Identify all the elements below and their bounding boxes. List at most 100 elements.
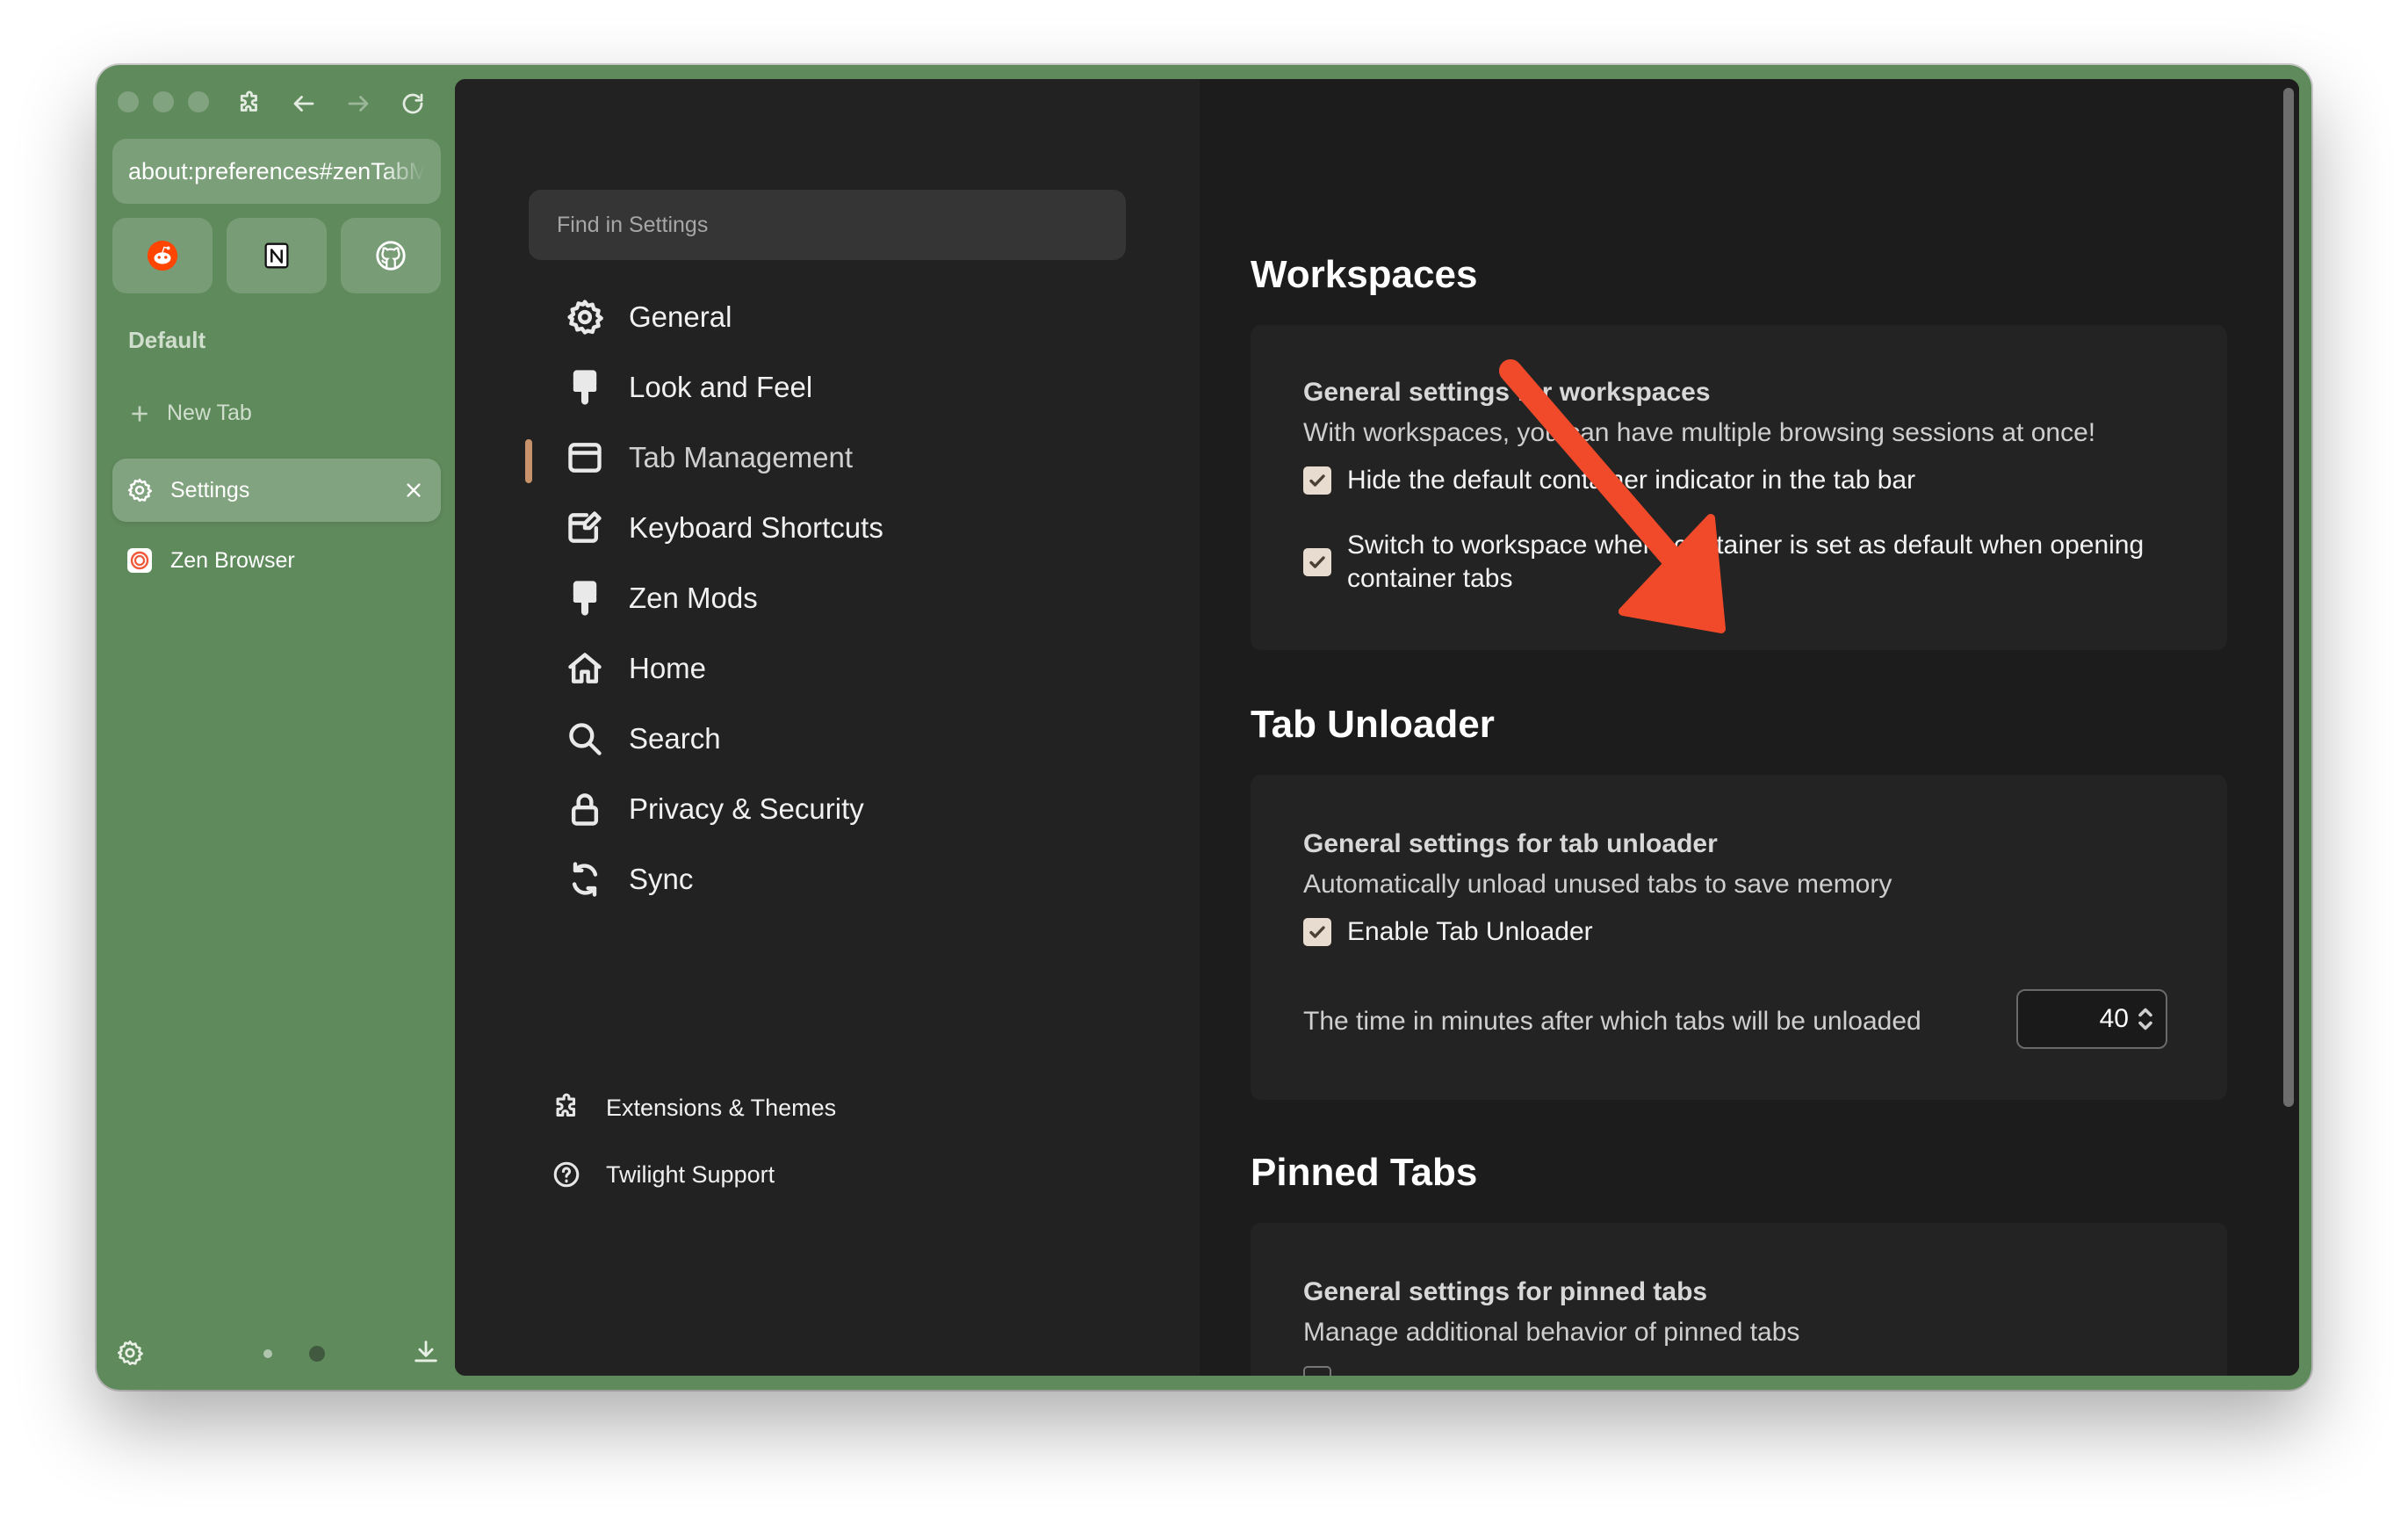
reload-icon — [402, 93, 423, 114]
close-tab-button[interactable] — [400, 477, 427, 503]
option-pinned-first[interactable] — [1303, 1363, 1331, 1376]
close-icon — [407, 483, 421, 497]
category-home[interactable]: Home — [455, 638, 1200, 699]
url-bar[interactable]: about:preferences#zenTabManagement — [112, 139, 441, 204]
section-title-tab-unloader: Tab Unloader — [1251, 703, 1495, 746]
group-description: Automatically unload unused tabs to save… — [1303, 870, 1893, 899]
checkmark-icon — [1309, 474, 1325, 487]
workspace-dot[interactable] — [263, 1349, 272, 1358]
unload-timeout-value: 40 — [2099, 1004, 2129, 1033]
search-icon — [569, 723, 602, 755]
tab-window-icon — [568, 443, 602, 473]
section-title-pinned-tabs: Pinned Tabs — [1251, 1151, 1478, 1194]
minimize-window-button[interactable] — [153, 91, 174, 112]
gear-icon — [567, 300, 603, 335]
arrow-right-icon — [348, 96, 369, 112]
category-label: Tab Management — [629, 441, 853, 473]
settings-page: Find in Settings General Look and Feel T… — [455, 79, 2299, 1376]
workspace-dot-active[interactable] — [309, 1346, 325, 1362]
pinned-github[interactable] — [341, 218, 441, 293]
category-sync[interactable]: Sync — [455, 849, 1200, 910]
sync-icon — [572, 862, 598, 897]
paintbrush-icon — [573, 581, 597, 616]
reddit-icon — [147, 240, 178, 271]
new-tab-label: New Tab — [167, 401, 252, 425]
category-privacy-security[interactable]: Privacy & Security — [455, 778, 1200, 840]
pinned-reddit[interactable] — [112, 218, 213, 293]
tab-settings[interactable]: Settings — [112, 459, 441, 522]
group-title: General settings for pinned tabs — [1303, 1277, 1708, 1306]
category-general[interactable]: General — [455, 286, 1200, 348]
home-icon — [568, 653, 602, 683]
option-hide-container-indicator[interactable]: Hide the default container indicator in … — [1303, 464, 1915, 497]
category-label: Keyboard Shortcuts — [629, 511, 883, 544]
option-label: Switch to workspace where container is s… — [1347, 529, 2144, 596]
group-description: Manage additional behavior of pinned tab… — [1303, 1318, 1800, 1347]
category-keyboard-shortcuts[interactable]: Keyboard Shortcuts — [455, 497, 1200, 559]
settings-gear-icon[interactable] — [116, 1339, 144, 1367]
group-pinned-tabs: General settings for pinned tabs Manage … — [1251, 1223, 2227, 1376]
category-label: Privacy & Security — [629, 792, 864, 825]
help-icon — [553, 1161, 580, 1188]
category-zen-mods[interactable]: Zen Mods — [455, 567, 1200, 629]
lock-icon — [571, 793, 599, 826]
group-description: With workspaces, you can have multiple b… — [1303, 418, 2096, 447]
settings-search-input[interactable]: Find in Settings — [529, 190, 1126, 260]
arrow-left-icon — [293, 96, 314, 112]
spinner-arrows-icon[interactable] — [2138, 1006, 2153, 1032]
option-label-line: container tabs — [1347, 564, 1513, 593]
checkbox-checked[interactable] — [1303, 466, 1331, 495]
forward-button[interactable] — [341, 86, 376, 121]
search-placeholder: Find in Settings — [557, 212, 709, 237]
puzzle-icon — [240, 90, 257, 112]
footer-extensions-themes[interactable]: Extensions & Themes — [455, 1093, 1200, 1123]
group-title: General settings for tab unloader — [1303, 829, 1718, 858]
browser-window: about:preferences#zenTabManagement — [97, 65, 2311, 1390]
unload-timeout-input[interactable]: 40 — [2016, 989, 2167, 1049]
checkbox-unchecked[interactable] — [1303, 1366, 1331, 1376]
zen-logo-icon — [127, 548, 152, 573]
reload-button[interactable] — [395, 86, 430, 121]
workspace-label: Default — [128, 327, 206, 353]
footer-twilight-support[interactable]: Twilight Support — [455, 1160, 1200, 1189]
option-label: Enable Tab Unloader — [1347, 917, 1593, 946]
sidebar: about:preferences#zenTabManagement — [97, 65, 455, 1390]
sidebar-bottom-bar — [116, 1335, 441, 1370]
footer-label: Twilight Support — [606, 1160, 775, 1188]
group-workspaces: General settings for workspaces With wor… — [1251, 325, 2227, 650]
window-controls — [118, 91, 209, 112]
category-tab-management[interactable]: Tab Management — [455, 427, 1200, 488]
category-label: Home — [629, 652, 707, 684]
category-label: Look and Feel — [629, 371, 813, 403]
category-search[interactable]: Search — [455, 708, 1200, 770]
close-window-button[interactable] — [118, 91, 139, 112]
zoom-window-button[interactable] — [188, 91, 209, 112]
option-enable-tab-unloader[interactable]: Enable Tab Unloader — [1303, 915, 1593, 949]
pinned-sites — [112, 218, 441, 293]
option-switch-workspace-container[interactable]: Switch to workspace where container is s… — [1303, 529, 2144, 596]
group-title: General settings for workspaces — [1303, 378, 1711, 407]
settings-main: Workspaces General settings for workspac… — [1200, 79, 2299, 1376]
checkbox-checked[interactable] — [1303, 548, 1331, 576]
group-tab-unloader: General settings for tab unloader Automa… — [1251, 775, 2227, 1100]
pinned-notion[interactable] — [227, 218, 327, 293]
puzzle-icon — [556, 1093, 576, 1117]
checkbox-checked[interactable] — [1303, 918, 1331, 946]
extensions-button[interactable] — [232, 86, 267, 121]
category-label: Search — [629, 722, 721, 755]
option-label: Hide the default container indicator in … — [1347, 466, 1916, 495]
tab-zen-browser[interactable]: Zen Browser — [112, 529, 441, 592]
scrollbar[interactable] — [2283, 88, 2294, 1107]
tab-title: Zen Browser — [170, 547, 295, 573]
new-tab-button[interactable]: New Tab — [128, 401, 252, 426]
github-icon — [376, 241, 406, 271]
footer-label: Extensions & Themes — [606, 1094, 837, 1121]
back-button[interactable] — [286, 86, 321, 121]
toolbar-nav — [232, 86, 430, 121]
download-icon[interactable] — [411, 1337, 441, 1367]
plus-icon — [132, 405, 148, 422]
notion-icon — [264, 242, 289, 269]
keyboard-edit-icon — [568, 511, 602, 543]
tab-title: Settings — [170, 477, 250, 502]
category-look-and-feel[interactable]: Look and Feel — [455, 357, 1200, 418]
